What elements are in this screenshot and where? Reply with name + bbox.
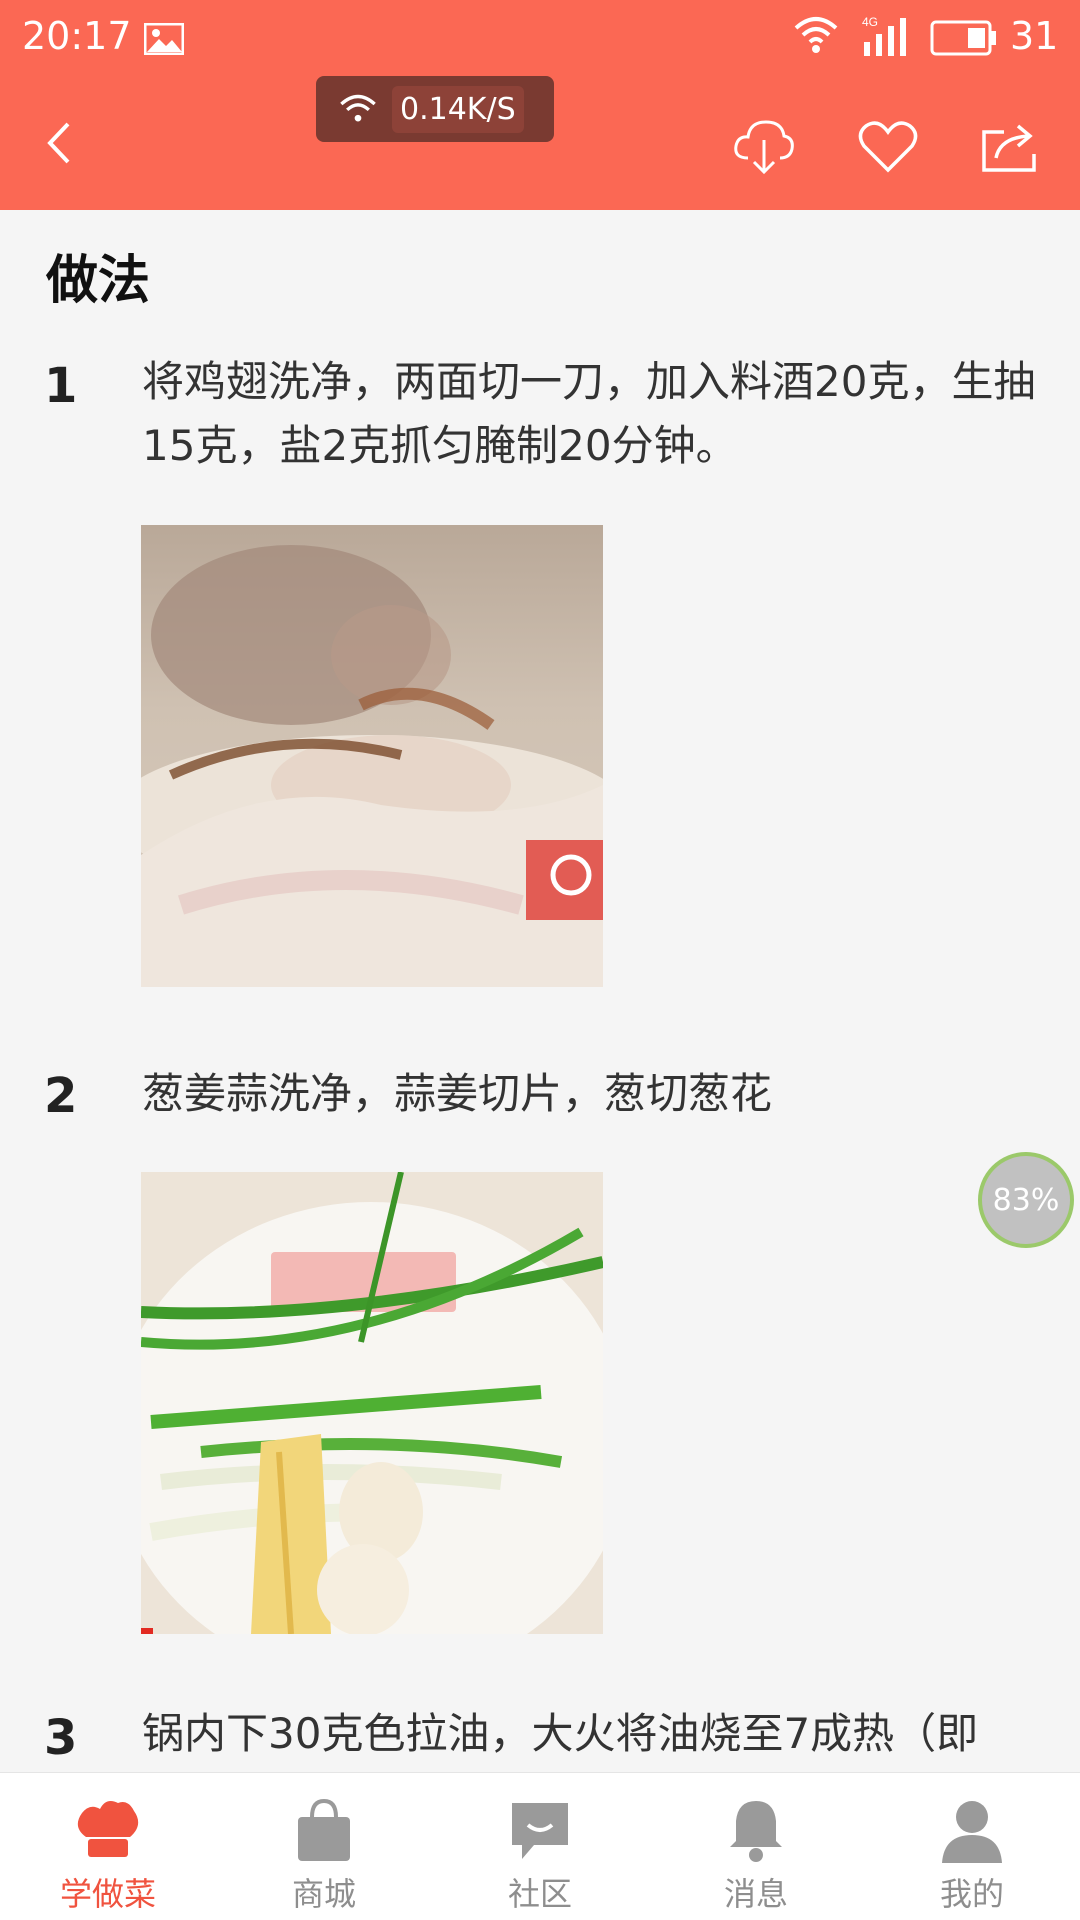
wifi-icon: [792, 14, 840, 63]
tab-community[interactable]: 社区: [432, 1773, 648, 1920]
shopping-bag-icon: [292, 1797, 356, 1863]
scallion-ginger-garlic-photo: [141, 1172, 603, 1634]
heart-icon: [858, 121, 918, 173]
step-number: 1: [44, 358, 78, 414]
step-image[interactable]: [141, 525, 603, 987]
tab-mall[interactable]: 商城: [216, 1773, 432, 1920]
signal-icon: 4G: [862, 14, 918, 67]
step-text: 葱姜蒜洗净，蒜姜切片，葱切葱花: [142, 1069, 773, 1118]
network-type-label: 4G: [862, 15, 878, 29]
chicken-wings-photo: [141, 525, 603, 987]
bottom-tab-bar: 学做菜 商城 社区 消息 我的: [0, 1772, 1080, 1920]
tab-label: 社区: [507, 1875, 572, 1913]
step-image[interactable]: [141, 1172, 603, 1634]
back-button[interactable]: [40, 118, 80, 168]
step-text: 锅内下30克色拉油，大火将油烧至7成热（即: [142, 1709, 979, 1758]
status-bar: 20:17 4G 31: [0, 0, 1080, 76]
step-number: 3: [44, 1710, 78, 1766]
battery-icon: [930, 20, 998, 65]
step-text: 将鸡翅洗净，两面切一刀，加入料酒20克，生抽15克，盐2克抓匀腌制20分钟。: [142, 357, 1036, 470]
tab-label: 学做菜: [59, 1875, 156, 1913]
image-icon: [143, 20, 185, 64]
floating-progress-button[interactable]: 83%: [978, 1152, 1074, 1248]
favorite-button[interactable]: [856, 118, 920, 176]
bell-icon: [724, 1797, 788, 1863]
wifi-icon: [340, 94, 376, 122]
network-speed-indicator: 0.14K/S: [316, 76, 554, 142]
tab-label: 商城: [291, 1875, 356, 1913]
share-icon: [982, 124, 1036, 172]
recipe-steps[interactable]: 做法 1 将鸡翅洗净，两面切一刀，加入料酒20克，生抽15克，盐2克抓匀腌制20…: [0, 210, 1080, 1772]
chat-bubble-icon: [508, 1797, 572, 1863]
share-button[interactable]: [978, 118, 1042, 176]
chevron-left-icon: [47, 122, 70, 164]
chef-hat-icon: [76, 1797, 140, 1863]
step-number: 2: [44, 1068, 78, 1124]
tab-messages[interactable]: 消息: [648, 1773, 864, 1920]
tab-label: 消息: [723, 1875, 788, 1913]
tab-label: 我的: [939, 1875, 1004, 1913]
tab-mine[interactable]: 我的: [864, 1773, 1080, 1920]
person-icon: [940, 1797, 1004, 1863]
battery-level: 31: [1010, 14, 1059, 58]
network-speed-text: 0.14K/S: [392, 85, 524, 133]
status-time: 20:17: [22, 14, 132, 58]
cloud-download-icon: [734, 120, 794, 175]
tab-learn-cooking[interactable]: 学做菜: [0, 1773, 216, 1920]
app-header: 20:17 4G 31 0.14K/S: [0, 0, 1080, 210]
download-button[interactable]: [732, 118, 796, 176]
section-title: 做法: [46, 251, 151, 311]
